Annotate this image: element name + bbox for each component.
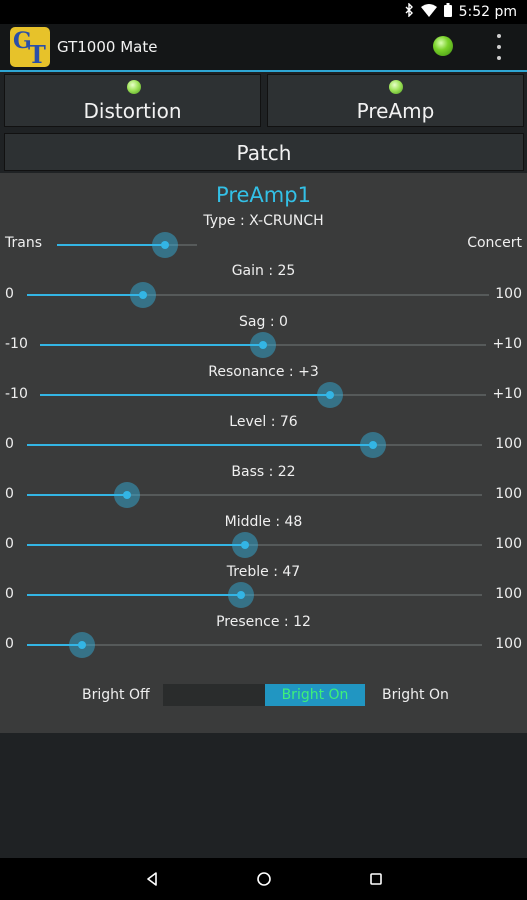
slider-thumb[interactable] <box>359 432 386 458</box>
slider-thumb[interactable] <box>316 382 343 408</box>
middle-label: Middle : 48 <box>224 514 303 530</box>
distortion-led-icon <box>127 80 141 94</box>
wifi-icon <box>420 3 437 21</box>
slider-max-label: Concert <box>467 235 522 251</box>
slider-fill <box>27 544 246 546</box>
slider-fill <box>27 594 241 596</box>
recents-icon[interactable] <box>354 858 398 900</box>
bright-toggle-on[interactable]: Bright On <box>265 684 365 706</box>
slider-max-label: 100 <box>495 486 522 502</box>
preamp-type-label: Type : X-CRUNCH <box>203 213 324 229</box>
slider-fill <box>27 294 143 296</box>
app-title: GT1000 Mate <box>57 38 158 56</box>
slider-fill <box>40 344 263 346</box>
slider-max-label: 100 <box>495 586 522 602</box>
tab-preamp-label: PreAmp <box>356 99 435 123</box>
overflow-menu-icon[interactable] <box>493 34 505 60</box>
slider-max-label: 100 <box>495 536 522 552</box>
navigation-bar <box>0 858 527 900</box>
presence-label: Presence : 12 <box>216 614 311 630</box>
patch-name: PreAmp1 <box>216 183 311 207</box>
slider-min-label: 0 <box>5 586 14 602</box>
slider-thumb[interactable] <box>129 282 156 308</box>
slider-min-label: 0 <box>5 636 14 652</box>
slider-max-label: 100 <box>495 436 522 452</box>
slider-thumb[interactable] <box>250 332 276 358</box>
bluetooth-icon <box>405 2 414 21</box>
connection-led-icon[interactable] <box>433 36 453 56</box>
battery-icon <box>443 3 452 21</box>
slider-thumb[interactable] <box>114 482 141 508</box>
slider-min-label: 0 <box>5 486 14 502</box>
slider-thumb[interactable] <box>68 632 95 658</box>
level-label: Level : 76 <box>229 414 298 430</box>
slider-min-label: Trans <box>5 235 42 251</box>
bass-label: Bass : 22 <box>231 464 296 480</box>
slider-fill <box>40 394 330 396</box>
slider-min-label: -10 <box>5 386 28 402</box>
bass-slider[interactable] <box>27 482 482 508</box>
slider-fill <box>27 444 373 446</box>
patch-button-label: Patch <box>236 141 292 165</box>
slider-max-label: +10 <box>492 386 522 402</box>
gain-slider[interactable] <box>27 282 489 308</box>
tab-distortion[interactable]: Distortion <box>4 74 261 127</box>
home-icon[interactable] <box>242 858 286 900</box>
back-icon[interactable] <box>130 858 174 900</box>
sag-slider[interactable] <box>40 332 486 358</box>
bright-on-label: Bright On <box>382 687 449 703</box>
tab-distortion-label: Distortion <box>83 99 182 123</box>
resonance-slider[interactable] <box>40 382 486 408</box>
presence-slider[interactable] <box>27 632 482 658</box>
gain-label: Gain : 25 <box>231 263 296 279</box>
preamp-led-icon <box>389 80 403 94</box>
slider-min-label: 0 <box>5 286 14 302</box>
slider-max-label: +10 <box>492 336 522 352</box>
treble-label: Treble : 47 <box>226 564 301 580</box>
slider-min-label: 0 <box>5 536 14 552</box>
slider-thumb[interactable] <box>227 582 254 608</box>
middle-slider[interactable] <box>27 532 482 558</box>
patch-button[interactable]: Patch <box>4 133 524 171</box>
clock: 5:52 pm <box>458 4 517 20</box>
slider-min-label: 0 <box>5 436 14 452</box>
app-bar: GT GT1000 Mate <box>0 24 527 72</box>
level-slider[interactable] <box>27 432 482 458</box>
slider-fill <box>57 244 165 246</box>
slider-thumb[interactable] <box>151 232 178 258</box>
bright-off-label: Bright Off <box>82 687 150 703</box>
slider-max-label: 100 <box>495 286 522 302</box>
bright-toggle[interactable]: Bright On <box>163 684 365 706</box>
slider-fill <box>27 494 128 496</box>
tab-preamp[interactable]: PreAmp <box>267 74 524 127</box>
sag-label: Sag : 0 <box>239 314 288 330</box>
trans-concert-slider[interactable] <box>57 232 197 258</box>
treble-slider[interactable] <box>27 582 482 608</box>
resonance-label: Resonance : +3 <box>208 364 319 380</box>
slider-min-label: -10 <box>5 336 28 352</box>
status-bar: 5:52 pm <box>0 0 527 24</box>
slider-max-label: 100 <box>495 636 522 652</box>
app-logo-icon: GT <box>10 27 50 67</box>
